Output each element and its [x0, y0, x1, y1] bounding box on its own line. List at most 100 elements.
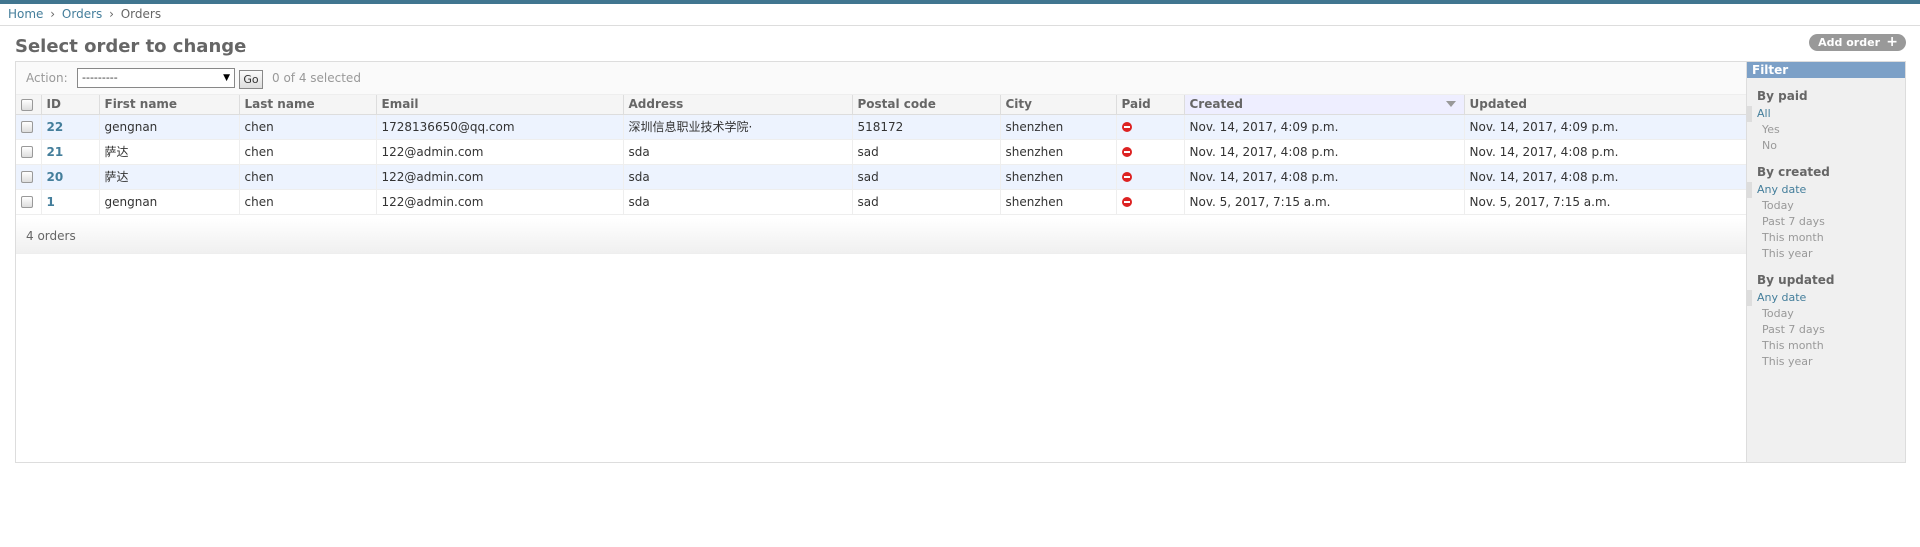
city-cell: shenzhen [999, 114, 1116, 140]
filter-option-yes[interactable]: Yes [1747, 122, 1905, 138]
filter-option-all[interactable]: All [1747, 106, 1905, 122]
column-header-created-label: Created [1189, 97, 1243, 112]
row-checkbox-cell [16, 189, 41, 215]
filter-option-past-7-days[interactable]: Past 7 days [1747, 322, 1905, 338]
table-row: 1 gengnan chen 122@admin.com sda sad she… [16, 189, 1746, 215]
select-all-checkbox-cell [16, 95, 41, 115]
order-link[interactable]: 21 [47, 145, 64, 159]
filter-options: Any date Today Past 7 days This month Th… [1747, 290, 1905, 370]
action-label: Action: [26, 71, 68, 85]
first-name-cell: 萨达 [98, 164, 239, 190]
action-select[interactable]: --------- ▼ [77, 68, 235, 88]
sort-descending-icon[interactable] [1445, 101, 1456, 107]
email-cell: 122@admin.com [375, 189, 623, 215]
filter-option-this-month[interactable]: This month [1747, 338, 1905, 354]
no-icon [1121, 172, 1132, 182]
filter-option-today[interactable]: Today [1747, 306, 1905, 322]
add-order-label: Add order [1818, 36, 1880, 49]
filter-title: Filter [1747, 62, 1905, 78]
add-order-button[interactable]: Add order + [1809, 34, 1906, 51]
filter-option-any-date[interactable]: Any date [1747, 182, 1905, 198]
created-cell: Nov. 5, 2017, 7:15 a.m. [1183, 189, 1464, 215]
postal-code-cell: 518172 [851, 114, 1000, 140]
paid-cell [1115, 114, 1184, 140]
updated-cell: Nov. 14, 2017, 4:08 p.m. [1463, 139, 1746, 165]
paginator: 4 orders [16, 218, 1746, 254]
row-checkbox[interactable] [21, 196, 33, 208]
last-name-cell: chen [238, 164, 376, 190]
table-row: 22 gengnan chen 1728136650@qq.com 深圳信息职业… [16, 114, 1746, 140]
no-icon [1121, 122, 1132, 132]
last-name-cell: chen [238, 114, 376, 140]
address-cell: sda [622, 139, 852, 165]
table-header-row: ID First name Last name Email Address Po… [16, 95, 1746, 115]
city-cell: shenzhen [999, 139, 1116, 165]
filter-options: Any date Today Past 7 days This month Th… [1747, 182, 1905, 262]
last-name-cell: chen [238, 189, 376, 215]
order-link[interactable]: 22 [47, 120, 64, 134]
created-cell: Nov. 14, 2017, 4:08 p.m. [1183, 164, 1464, 190]
row-checkbox[interactable] [21, 171, 33, 183]
row-checkbox[interactable] [21, 121, 33, 133]
filter-option-any-date[interactable]: Any date [1747, 290, 1905, 306]
postal-code-cell: sad [851, 164, 1000, 190]
page-title: Select order to change [15, 36, 247, 57]
row-checkbox-cell [16, 114, 41, 140]
column-header-first-name[interactable]: First name [98, 95, 239, 115]
breadcrumb-home-link[interactable]: Home [8, 7, 43, 21]
filter-group-title: By created [1757, 165, 1830, 179]
column-header-city[interactable]: City [999, 95, 1116, 115]
breadcrumb-separator: › [109, 7, 114, 21]
city-cell: shenzhen [999, 164, 1116, 190]
postal-code-cell: sad [851, 139, 1000, 165]
id-cell: 1 [40, 189, 99, 215]
breadcrumb-current: Orders [120, 7, 162, 21]
address-cell: sda [622, 189, 852, 215]
created-cell: Nov. 14, 2017, 4:09 p.m. [1183, 114, 1464, 140]
filter-group-title: By paid [1757, 89, 1808, 103]
email-cell: 1728136650@qq.com [375, 114, 623, 140]
column-header-updated[interactable]: Updated [1463, 95, 1746, 115]
id-cell: 22 [40, 114, 99, 140]
paid-cell [1115, 164, 1184, 190]
first-name-cell: gengnan [98, 189, 239, 215]
first-name-cell: 萨达 [98, 139, 239, 165]
filter-options: All Yes No [1747, 106, 1905, 154]
filter-option-this-year[interactable]: This year [1747, 354, 1905, 370]
column-header-postal-code[interactable]: Postal code [851, 95, 1000, 115]
row-checkbox-cell [16, 164, 41, 190]
filter-option-no[interactable]: No [1747, 138, 1905, 154]
chevron-down-icon: ▼ [223, 73, 230, 83]
address-cell: sda [622, 164, 852, 190]
changelist: Action: --------- ▼ Go 0 of 4 selected I… [15, 61, 1906, 463]
order-link[interactable]: 20 [47, 170, 64, 184]
filter-group-title: By updated [1757, 273, 1835, 287]
row-checkbox[interactable] [21, 146, 33, 158]
id-cell: 20 [40, 164, 99, 190]
order-link[interactable]: 1 [47, 195, 55, 209]
column-header-last-name[interactable]: Last name [238, 95, 376, 115]
city-cell: shenzhen [999, 189, 1116, 215]
email-cell: 122@admin.com [375, 139, 623, 165]
first-name-cell: gengnan [98, 114, 239, 140]
filter-option-today[interactable]: Today [1747, 198, 1905, 214]
filter-option-this-year[interactable]: This year [1747, 246, 1905, 262]
column-header-email[interactable]: Email [375, 95, 623, 115]
postal-code-cell: sad [851, 189, 1000, 215]
go-button[interactable]: Go [239, 70, 263, 89]
paid-cell [1115, 189, 1184, 215]
filter-option-this-month[interactable]: This month [1747, 230, 1905, 246]
column-header-paid[interactable]: Paid [1115, 95, 1184, 115]
select-all-checkbox[interactable] [21, 98, 33, 111]
breadcrumb: Home › Orders › Orders [0, 4, 1920, 26]
breadcrumb-app-link[interactable]: Orders [62, 7, 102, 21]
updated-cell: Nov. 5, 2017, 7:15 a.m. [1463, 189, 1746, 215]
updated-cell: Nov. 14, 2017, 4:09 p.m. [1463, 114, 1746, 140]
column-header-id[interactable]: ID [40, 95, 99, 115]
column-header-address[interactable]: Address [622, 95, 852, 115]
column-header-created[interactable]: Created [1183, 95, 1464, 115]
id-cell: 21 [40, 139, 99, 165]
filter-option-past-7-days[interactable]: Past 7 days [1747, 214, 1905, 230]
plus-icon: + [1886, 34, 1898, 50]
filter-sidebar: Filter By paid All Yes No By created Any… [1746, 62, 1905, 462]
